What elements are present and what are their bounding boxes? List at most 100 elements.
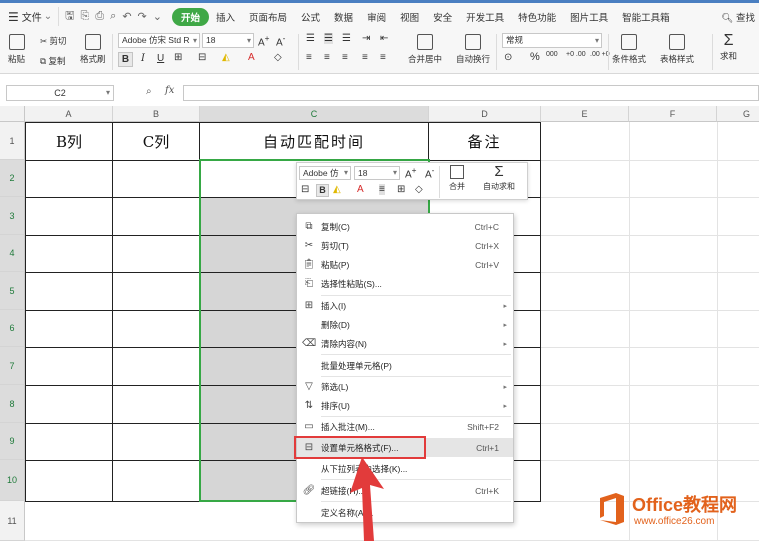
row-header-6[interactable]: 6: [0, 310, 25, 347]
tab-insert[interactable]: 插入: [209, 10, 242, 24]
table-style-button[interactable]: 表格样式: [660, 34, 694, 65]
column-header-a[interactable]: A: [25, 106, 113, 122]
font-grow-icon[interactable]: A+: [258, 33, 270, 48]
currency-icon[interactable]: ⊙: [504, 52, 512, 63]
font-size-select[interactable]: 18: [202, 33, 254, 48]
search-button[interactable]: 🔍︎ 查找: [721, 10, 759, 24]
column-header-f[interactable]: F: [629, 106, 717, 122]
number-format-select[interactable]: 常规: [502, 33, 602, 48]
function-icon[interactable]: fx: [165, 85, 174, 96]
paste-button[interactable]: 粘贴: [8, 34, 25, 65]
distribute-icon[interactable]: ≡: [380, 52, 386, 63]
font-color-icon[interactable]: A: [248, 52, 255, 63]
name-box[interactable]: C2: [6, 85, 114, 101]
menu-item-insert-comment[interactable]: ▭ 插入批注(M)... Shift+F2: [297, 417, 513, 436]
row-header-11[interactable]: 11: [0, 501, 25, 541]
menu-item-copy[interactable]: ⧉ 复制(C) Ctrl+C: [297, 217, 513, 236]
tab-formulas[interactable]: 公式: [294, 10, 327, 24]
tab-data[interactable]: 数据: [327, 10, 360, 24]
menu-item-pick-from-list[interactable]: 从下拉列表中选择(K)...: [297, 459, 513, 478]
conditional-format-button[interactable]: 条件格式: [612, 34, 646, 65]
tab-developer[interactable]: 开发工具: [459, 10, 511, 24]
menu-item-batch-process[interactable]: 批量处理单元格(P): [297, 356, 513, 375]
zoom-icon[interactable]: ⌕: [146, 86, 152, 97]
copy-button[interactable]: ⧉ 复制: [40, 55, 65, 67]
wrap-text-button[interactable]: 自动换行: [456, 34, 490, 65]
font-shrink-icon[interactable]: A-: [276, 33, 285, 48]
align-top-icon[interactable]: ☰: [306, 33, 315, 44]
mini-font-name-select[interactable]: Adobe 仿: [299, 166, 351, 180]
percent-button[interactable]: %: [530, 51, 540, 63]
cell-d1[interactable]: 备注: [429, 123, 540, 160]
export-icon[interactable]: ⎘: [81, 10, 90, 23]
column-header-c[interactable]: C: [200, 106, 429, 122]
thousands-button[interactable]: 000: [546, 51, 558, 58]
font-name-select[interactable]: Adobe 仿宋 Std R: [118, 33, 200, 48]
cut-button[interactable]: ✂ 剪切: [40, 35, 67, 47]
menu-item-paste[interactable]: 📋︎ 粘贴(P) Ctrl+V: [297, 255, 513, 274]
menu-item-clear-contents[interactable]: ⌫ 清除内容(N) ▸: [297, 334, 513, 353]
cell-a1[interactable]: B列: [26, 123, 112, 160]
font-grow-icon[interactable]: A+: [405, 165, 417, 180]
menu-item-insert[interactable]: ⊞ 插入(I) ▸: [297, 296, 513, 315]
align-middle-icon[interactable]: ☰: [324, 33, 333, 44]
border-icon[interactable]: ⊞: [397, 184, 405, 195]
cell-b1[interactable]: C列: [113, 123, 199, 160]
align-center-icon[interactable]: ≡: [324, 52, 330, 63]
print-preview-icon[interactable]: ⌕: [110, 10, 116, 23]
column-header-e[interactable]: E: [541, 106, 629, 122]
clear-format-icon[interactable]: ◇: [274, 52, 282, 63]
justify-icon[interactable]: ≡: [362, 52, 368, 63]
italic-button[interactable]: I: [141, 53, 145, 64]
menu-item-sort[interactable]: ⇅ 排序(U) ▸: [297, 396, 513, 415]
mini-bold-button[interactable]: B: [316, 184, 329, 197]
save-icon[interactable]: 🖫: [65, 7, 74, 26]
sum-button[interactable]: Σ 求和: [720, 32, 737, 62]
menu-item-cut[interactable]: ✂ 剪切(T) Ctrl+X: [297, 236, 513, 255]
underline-button[interactable]: U: [157, 53, 164, 64]
tab-view[interactable]: 视图: [393, 10, 426, 24]
fill-color-icon[interactable]: ◭: [333, 184, 341, 195]
column-header-b[interactable]: B: [113, 106, 200, 122]
tab-security[interactable]: 安全: [426, 10, 459, 24]
align-bottom-icon[interactable]: ☰: [342, 33, 351, 44]
select-all-corner[interactable]: [0, 106, 25, 122]
align-right-icon[interactable]: ≡: [342, 52, 348, 63]
mini-merge-button[interactable]: 合并: [449, 165, 465, 192]
row-header-9[interactable]: 9: [0, 423, 25, 460]
tab-review[interactable]: 审阅: [360, 10, 393, 24]
format-painter-icon[interactable]: ⊟: [301, 184, 309, 195]
row-header-3[interactable]: 3: [0, 197, 25, 235]
tab-picture-tools[interactable]: 图片工具: [563, 10, 615, 24]
increase-decimal-button[interactable]: +0 .00: [566, 51, 586, 58]
row-header-8[interactable]: 8: [0, 385, 25, 423]
tab-home[interactable]: 开始: [171, 7, 209, 26]
format-painter-button[interactable]: 格式刷: [80, 34, 106, 65]
font-color-icon[interactable]: A: [357, 184, 364, 195]
font-shrink-icon[interactable]: A-: [425, 165, 434, 180]
menu-item-hyperlink[interactable]: 🔗︎ 超链接(H)... Ctrl+K: [297, 481, 513, 500]
menu-item-define-name[interactable]: 定义名称(A)...: [297, 503, 513, 522]
merge-center-button[interactable]: 合并居中: [408, 34, 442, 65]
print-icon[interactable]: ⎙: [95, 10, 104, 23]
row-header-2[interactable]: 2: [0, 160, 25, 197]
row-header-5[interactable]: 5: [0, 272, 25, 310]
menu-item-delete[interactable]: 删除(D) ▸: [297, 315, 513, 334]
row-header-10[interactable]: 10: [0, 460, 25, 501]
row-header-7[interactable]: 7: [0, 347, 25, 385]
row-header-1[interactable]: 1: [0, 122, 25, 160]
redo-icon[interactable]: ↷: [138, 10, 147, 23]
customize-icon[interactable]: ⌄: [153, 10, 162, 23]
file-menu[interactable]: ☰ 文件 ⌄: [0, 9, 58, 25]
column-header-g[interactable]: G: [717, 106, 759, 122]
tab-page-layout[interactable]: 页面布局: [242, 10, 294, 24]
border-icon[interactable]: ⊞: [174, 52, 182, 63]
undo-icon[interactable]: ↶: [122, 10, 131, 23]
cell-style-icon[interactable]: ⊟: [198, 52, 206, 63]
formula-input[interactable]: [183, 85, 759, 101]
tab-features[interactable]: 特色功能: [511, 10, 563, 24]
menu-item-paste-special[interactable]: ⎗ 选择性粘贴(S)...: [297, 274, 513, 293]
cell-c1[interactable]: 自动匹配时间: [200, 123, 428, 160]
menu-item-filter[interactable]: ▽ 筛选(L) ▸: [297, 377, 513, 396]
decrease-decimal-button[interactable]: .00 +0: [590, 51, 610, 58]
